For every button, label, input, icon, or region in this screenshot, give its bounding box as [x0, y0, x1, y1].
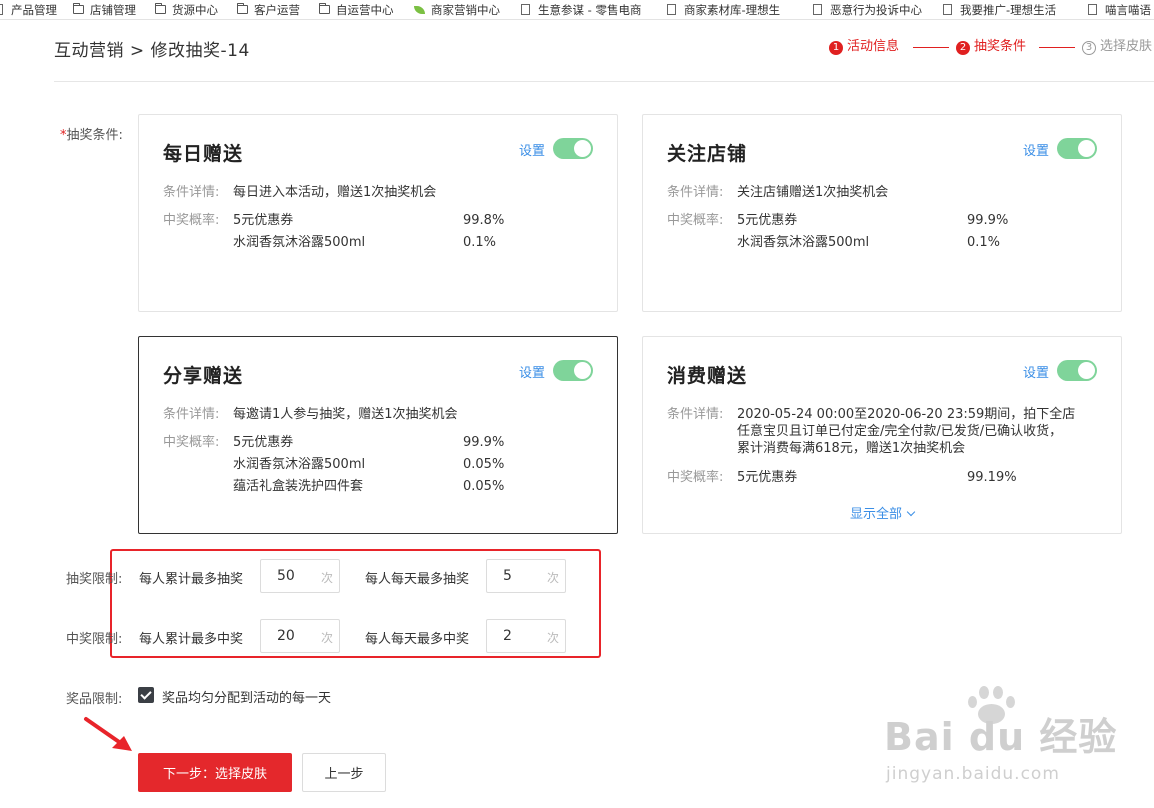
toggle-knob [574, 362, 591, 379]
enable-toggle[interactable] [553, 138, 593, 159]
header-divider [54, 81, 1154, 82]
folder-icon [155, 3, 166, 14]
even-distribution-label[interactable]: 奖品均匀分配到活动的每一天 [162, 687, 331, 706]
prize-probability: 99.9% [967, 213, 1009, 228]
card-title: 每日赠送 [163, 143, 244, 165]
prize-name: 5元优惠券 [233, 213, 294, 228]
leaf-icon [414, 6, 425, 14]
breadcrumb: 互动营销 > 修改抽奖-14 [54, 41, 250, 61]
toggle-knob [574, 140, 591, 157]
condition-card-daily: 每日赠送 设置 条件详情: 每日进入本活动，赠送1次抽奖机会 中奖概率: 5元优… [138, 114, 618, 312]
step-draw-conditions: 2 抽奖条件 [956, 38, 1026, 56]
chevron-down-icon [906, 507, 916, 517]
step-connector [913, 47, 949, 48]
draw-conditions-label: *抽奖条件: [60, 128, 123, 143]
baidu-jingyan-watermark: Bai du 经验 jingyan.baidu.com [878, 686, 1116, 798]
enable-toggle[interactable] [1057, 138, 1097, 159]
prize-name: 水润香氛沐浴露500ml [737, 235, 870, 250]
condition-card-follow-store: 关注店铺 设置 条件详情: 关注店铺赠送1次抽奖机会 中奖概率: 5元优惠券 9… [642, 114, 1122, 312]
win-daily-label: 每人每天最多中奖 [365, 632, 470, 647]
card-title: 分享赠送 [163, 365, 244, 387]
prize-probability: 99.19% [967, 470, 1017, 485]
folder-icon [73, 3, 84, 14]
prize-name: 水润香氛沐浴露500ml [233, 235, 366, 250]
prize-limit-label: 奖品限制: [66, 692, 123, 707]
step-indicator: 1 活动信息 2 抽奖条件 3 选择皮肤 [829, 38, 1154, 58]
prize-name: 5元优惠券 [737, 470, 798, 485]
prize-name: 蕴活礼盒装洗护四件套 [233, 479, 364, 494]
page-icon [667, 4, 676, 15]
prize-name: 5元优惠券 [737, 213, 798, 228]
card-title: 关注店铺 [667, 143, 748, 165]
bookmarks-bar: 产品管理 店铺管理 货源中心 客户运营 自运营中心 商家营销中心 生意参谋 - … [0, 0, 1154, 20]
settings-link[interactable]: 设置 [519, 362, 545, 381]
previous-step-button[interactable]: 上一步 [302, 753, 386, 792]
condition-detail-line: 2020-05-24 00:00至2020-06-20 23:59期间，拍下全店 [737, 407, 1076, 422]
condition-detail-line: 任意宝贝且订单已付定金/完全付款/已发货/已确认收货， [737, 424, 1063, 439]
show-all-link[interactable]: 显示全部 [643, 503, 1121, 522]
page-icon [943, 4, 952, 15]
draw-daily-input[interactable]: 5 次 [486, 559, 566, 593]
enable-toggle[interactable] [1057, 360, 1097, 381]
draw-daily-label: 每人每天最多抽奖 [365, 572, 470, 587]
page-icon [813, 4, 822, 15]
step-select-skin: 3 选择皮肤 [1082, 38, 1152, 56]
settings-link[interactable]: 设置 [519, 140, 545, 159]
step-connector [1039, 47, 1075, 48]
page-icon [521, 4, 530, 15]
page-icon [0, 4, 3, 15]
prize-probability: 0.1% [463, 235, 497, 250]
prize-name: 5元优惠券 [233, 435, 294, 450]
card-title: 消费赠送 [667, 365, 748, 387]
prize-probability: 0.05% [463, 479, 505, 494]
win-daily-input[interactable]: 2 次 [486, 619, 566, 653]
next-step-button[interactable]: 下一步：选择皮肤 [138, 753, 292, 792]
condition-card-spend: 消费赠送 设置 条件详情: 2020-05-24 00:00至2020-06-2… [642, 336, 1122, 534]
prize-probability: 0.1% [967, 235, 1001, 250]
arrow-annotation-icon [84, 717, 132, 751]
settings-link[interactable]: 设置 [1023, 140, 1049, 159]
folder-icon [237, 3, 248, 14]
settings-link[interactable]: 设置 [1023, 362, 1049, 381]
prize-name: 水润香氛沐浴露500ml [233, 457, 366, 472]
even-distribution-checkbox[interactable] [138, 687, 154, 703]
draw-total-input[interactable]: 50 次 [260, 559, 340, 593]
prize-probability: 99.8% [463, 213, 505, 228]
prize-probability: 0.05% [463, 457, 505, 472]
toggle-knob [1078, 362, 1095, 379]
condition-card-share[interactable]: 分享赠送 设置 条件详情: 每邀请1人参与抽奖，赠送1次抽奖机会 中奖概率: 5… [138, 336, 618, 534]
prize-probability: 99.9% [463, 435, 505, 450]
draw-limit-label: 抽奖限制: [66, 572, 123, 587]
win-total-input[interactable]: 20 次 [260, 619, 340, 653]
win-total-label: 每人累计最多中奖 [139, 632, 244, 647]
condition-detail-line: 累计消费每满618元，赠送1次抽奖机会 [737, 441, 966, 456]
enable-toggle[interactable] [553, 360, 593, 381]
win-limit-label: 中奖限制: [66, 632, 123, 647]
draw-total-label: 每人累计最多抽奖 [139, 572, 244, 587]
toggle-knob [1078, 140, 1095, 157]
folder-icon [319, 3, 330, 14]
step-activity-info: 1 活动信息 [829, 38, 899, 56]
page-icon [1088, 4, 1097, 15]
